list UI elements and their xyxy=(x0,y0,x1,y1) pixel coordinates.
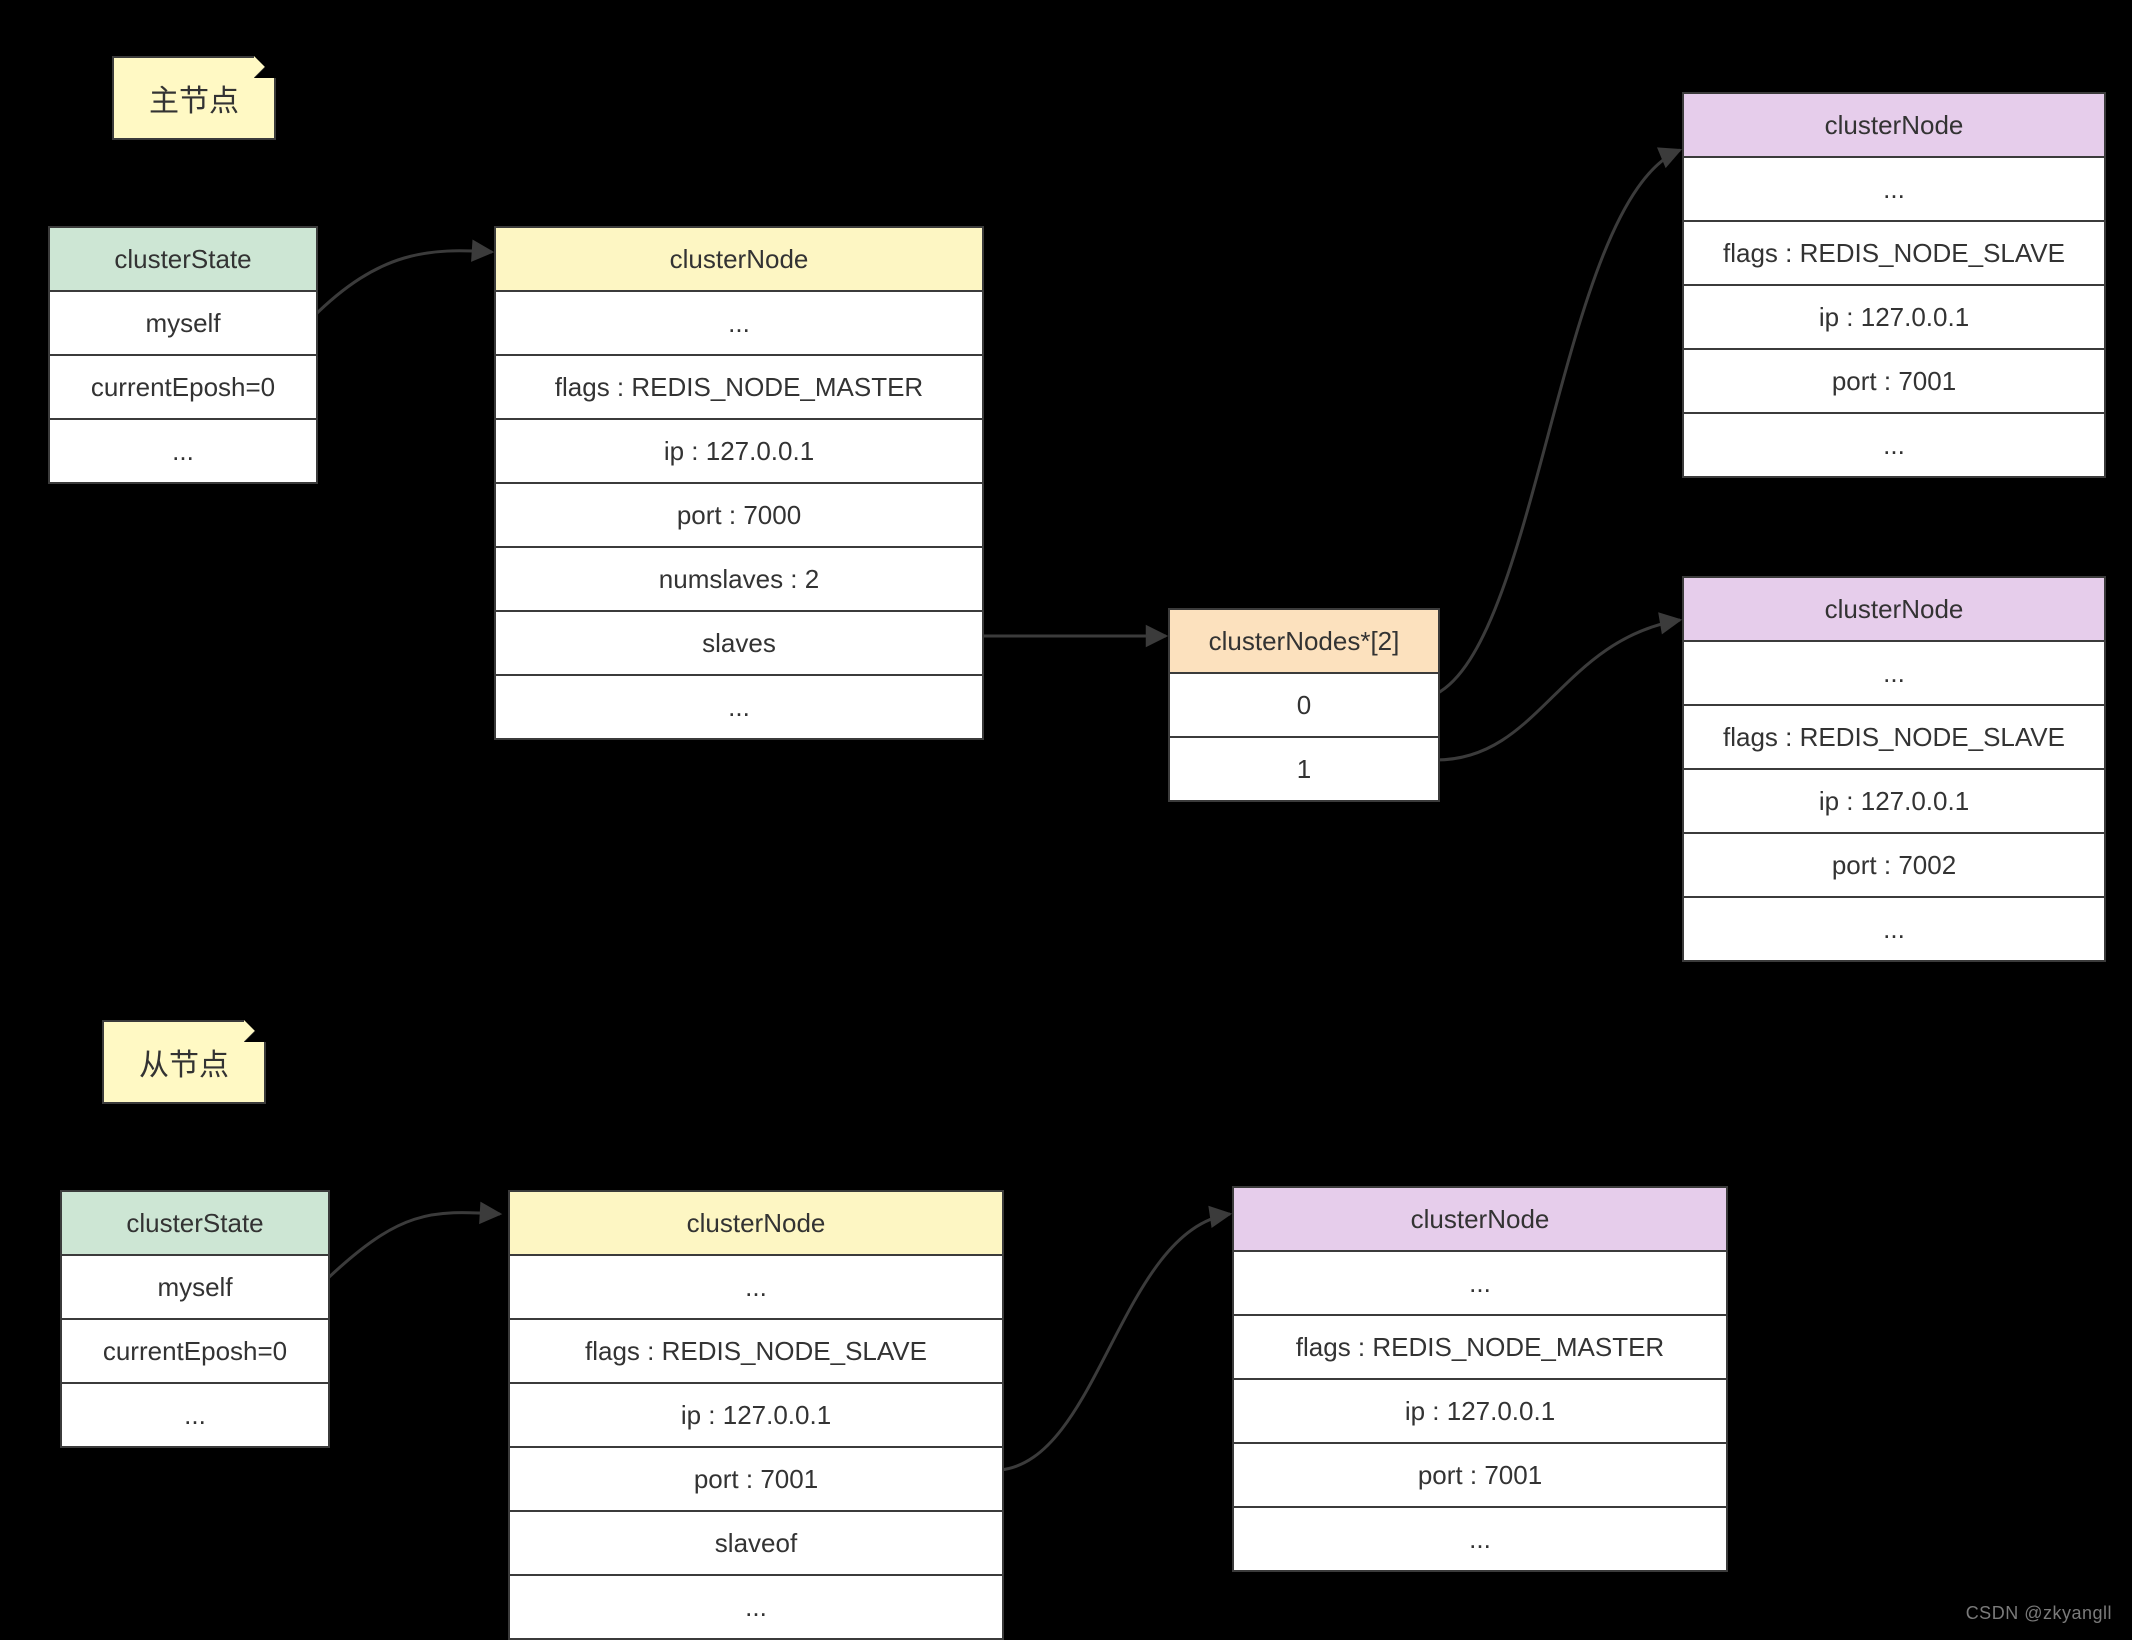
table-row: ... xyxy=(510,1254,1002,1318)
table-row: slaveof xyxy=(510,1510,1002,1574)
upper-slaves-array: clusterNodes*[2] 0 1 xyxy=(1168,608,1440,802)
table-row: numslaves : 2 xyxy=(496,546,982,610)
table-header: clusterNode xyxy=(1684,94,2104,156)
table-row: ... xyxy=(1684,640,2104,704)
table-row: ip : 127.0.0.1 xyxy=(1684,284,2104,348)
table-header: clusterState xyxy=(62,1192,328,1254)
table-row: myself xyxy=(62,1254,328,1318)
table-row: ... xyxy=(1684,896,2104,960)
table-row: port : 7002 xyxy=(1684,832,2104,896)
upper-slave-node-a: clusterNode ... flags : REDIS_NODE_SLAVE… xyxy=(1682,92,2106,478)
table-row: ... xyxy=(510,1574,1002,1638)
table-row: ... xyxy=(1684,156,2104,220)
table-row: 0 xyxy=(1170,672,1438,736)
table-row: ... xyxy=(1684,412,2104,476)
table-row: ... xyxy=(1234,1506,1726,1570)
table-row: flags : REDIS_NODE_MASTER xyxy=(496,354,982,418)
table-header: clusterNode xyxy=(1234,1188,1726,1250)
table-row: ... xyxy=(62,1382,328,1446)
table-row: port : 7001 xyxy=(1684,348,2104,412)
table-row: ip : 127.0.0.1 xyxy=(510,1382,1002,1446)
note-master: 主节点 xyxy=(112,56,276,140)
table-row: ... xyxy=(50,418,316,482)
table-header: clusterNodes*[2] xyxy=(1170,610,1438,672)
table-row: currentEposh=0 xyxy=(50,354,316,418)
table-header: clusterNode xyxy=(496,228,982,290)
table-header: clusterState xyxy=(50,228,316,290)
lower-clusterstate: clusterState myself currentEposh=0 ... xyxy=(60,1190,330,1448)
table-row: flags : REDIS_NODE_SLAVE xyxy=(1684,704,2104,768)
table-row: port : 7000 xyxy=(496,482,982,546)
table-row: slaves xyxy=(496,610,982,674)
table-row: currentEposh=0 xyxy=(62,1318,328,1382)
table-row: flags : REDIS_NODE_SLAVE xyxy=(510,1318,1002,1382)
diagram-canvas: 主节点 从节点 clusterState myself currentEposh… xyxy=(0,0,2132,1634)
upper-slave-node-b: clusterNode ... flags : REDIS_NODE_SLAVE… xyxy=(1682,576,2106,962)
table-row: ... xyxy=(1234,1250,1726,1314)
note-slave: 从节点 xyxy=(102,1020,266,1104)
lower-slave-node: clusterNode ... flags : REDIS_NODE_SLAVE… xyxy=(508,1190,1004,1640)
table-row: myself xyxy=(50,290,316,354)
table-row: port : 7001 xyxy=(1234,1442,1726,1506)
table-row: 1 xyxy=(1170,736,1438,800)
upper-master-node: clusterNode ... flags : REDIS_NODE_MASTE… xyxy=(494,226,984,740)
table-row: flags : REDIS_NODE_SLAVE xyxy=(1684,220,2104,284)
table-row: ip : 127.0.0.1 xyxy=(1684,768,2104,832)
table-row: flags : REDIS_NODE_MASTER xyxy=(1234,1314,1726,1378)
table-header: clusterNode xyxy=(510,1192,1002,1254)
table-row: ... xyxy=(496,674,982,738)
table-row: ip : 127.0.0.1 xyxy=(496,418,982,482)
lower-master-node: clusterNode ... flags : REDIS_NODE_MASTE… xyxy=(1232,1186,1728,1572)
watermark: CSDN @zkyangll xyxy=(1966,1603,2112,1624)
upper-clusterstate: clusterState myself currentEposh=0 ... xyxy=(48,226,318,484)
table-header: clusterNode xyxy=(1684,578,2104,640)
table-row: ... xyxy=(496,290,982,354)
table-row: ip : 127.0.0.1 xyxy=(1234,1378,1726,1442)
table-row: port : 7001 xyxy=(510,1446,1002,1510)
